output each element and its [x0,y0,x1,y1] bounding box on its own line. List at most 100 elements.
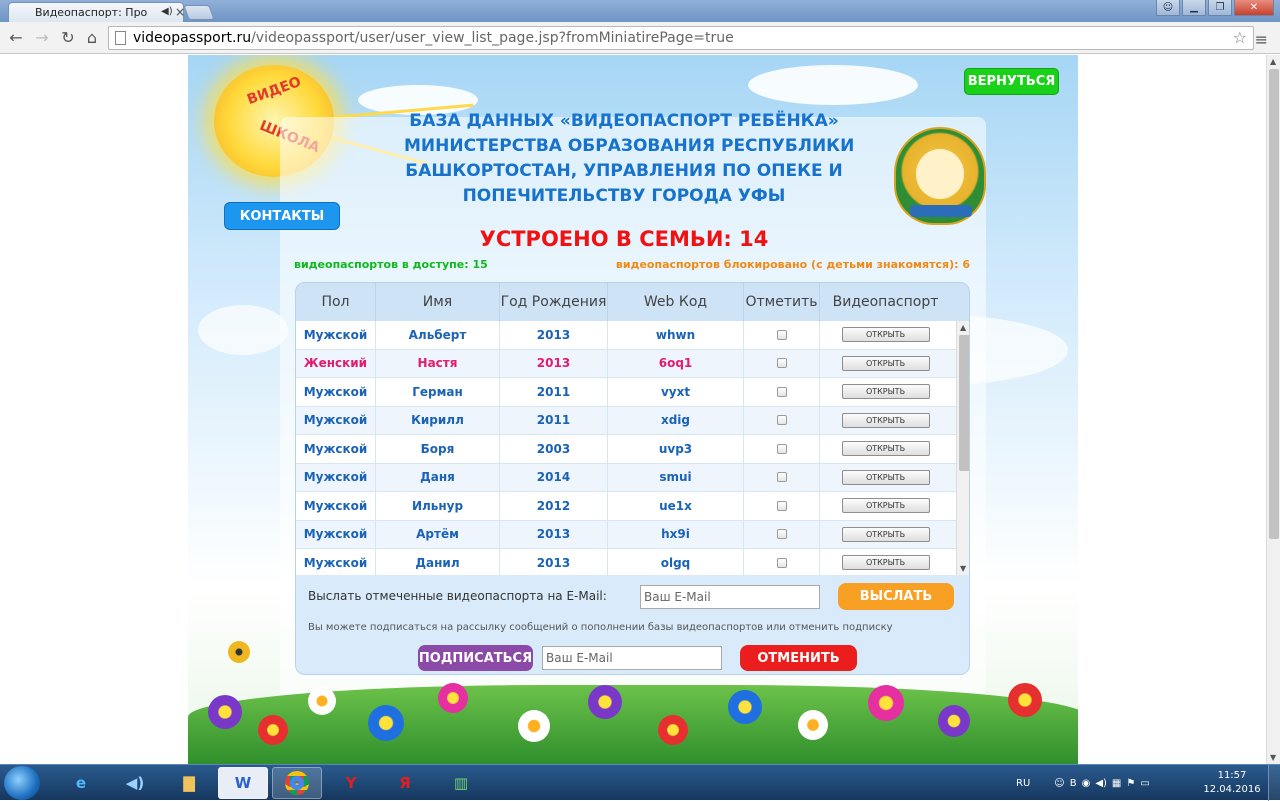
back-arrow-icon[interactable]: ← [6,28,26,48]
send-email-input[interactable]: Ваш E-Mail [640,585,820,609]
mark-checkbox[interactable] [776,415,787,426]
network-icon[interactable]: ▦ [1112,778,1121,789]
table-row: Мужской Альберт 2013 whwn ОТКРЫТЬ [296,321,956,350]
tray-app-icon[interactable]: ◉ [1082,778,1091,789]
close-window-icon[interactable]: ✕ [1234,0,1274,16]
cell-mark [744,520,820,548]
window-controls: ☺ ▁ ❐ ✕ [1156,0,1274,16]
column-header-birth-year: Год Рождения [500,283,608,321]
cell-gender: Мужской [296,463,376,491]
user-icon[interactable]: ☺ [1156,0,1180,16]
tray-emoji-icon[interactable]: ☺ [1054,778,1064,789]
maximize-icon[interactable]: ❐ [1208,0,1232,16]
mark-checkbox[interactable] [776,529,787,540]
show-desktop-button[interactable] [1268,765,1280,801]
flower [868,685,904,721]
reload-icon[interactable]: ↻ [58,28,78,48]
scrollbar-thumb[interactable] [1269,69,1279,539]
mark-checkbox[interactable] [776,358,787,369]
back-button[interactable]: ВЕРНУТЬСЯ [964,68,1059,95]
subscribe-email-input[interactable]: Ваш E-Mail [542,646,722,670]
address-bar[interactable]: videopassport.ru/videopassport/user/user… [108,26,1254,50]
scroll-up-icon[interactable]: ▲ [1270,57,1276,66]
page-scrollbar[interactable]: ▲ ▼ [1266,55,1280,764]
mark-checkbox[interactable] [776,443,787,454]
minimize-icon[interactable]: ▁ [1182,0,1206,16]
internet-explorer-icon[interactable]: e [56,767,106,799]
title-line: БАШКОРТОСТАН, УПРАВЛЕНИЯ ПО ОПЕКЕ И [405,161,843,181]
file-explorer-icon[interactable]: ▇ [164,767,214,799]
scroll-down-icon[interactable]: ▼ [960,564,966,573]
cell-open: ОТКРЫТЬ [820,407,951,435]
scroll-down-icon[interactable]: ▼ [1270,753,1276,762]
cell-web-code: olgq [608,549,744,575]
language-indicator[interactable]: RU [1016,778,1030,789]
chrome-icon[interactable] [272,767,322,799]
send-button[interactable]: ВЫСЛАТЬ [838,583,954,610]
table-row: Мужской Боря 2003 uvp3 ОТКРЫТЬ [296,435,956,464]
unsubscribe-button[interactable]: ОТМЕНИТЬ [740,645,857,671]
word-icon[interactable]: W [218,767,268,799]
flower [518,710,550,742]
mark-checkbox[interactable] [776,500,787,511]
browser-toolbar: ← → ↻ ⌂ videopassport.ru/videopassport/u… [0,22,1280,54]
mark-checkbox[interactable] [776,386,787,397]
scroll-up-icon[interactable]: ▲ [960,323,966,332]
new-tab-button[interactable] [183,5,215,20]
open-button[interactable]: ОТКРЫТЬ [841,355,930,371]
cell-gender: Женский [296,349,376,377]
app-icon[interactable]: ▥ [436,767,486,799]
cell-web-code: smui [608,463,744,491]
cell-year: 2013 [500,520,608,548]
open-button[interactable]: ОТКРЫТЬ [841,384,930,400]
flower [308,687,336,715]
open-button[interactable]: ОТКРЫТЬ [841,555,930,571]
open-button[interactable]: ОТКРЫТЬ [841,412,930,428]
cell-name: Герман [376,378,500,406]
open-button[interactable]: ОТКРЫТЬ [841,469,930,485]
flower [588,685,622,719]
title-line: БАЗА ДАННЫХ «ВИДЕОПАСПОРТ РЕБЁНКА» [409,111,839,131]
audio-icon[interactable]: ◀) [161,6,173,17]
browser-tab[interactable]: Видеопаспорт: Просм ◀) × [8,2,185,22]
column-header-videopassport: Видеопаспорт [832,294,939,310]
open-button[interactable]: ОТКРЫТЬ [841,526,930,542]
cell-open: ОТКРЫТЬ [820,350,951,378]
flower [368,705,404,741]
open-button[interactable]: ОТКРЫТЬ [841,441,930,457]
table-row: Мужской Артём 2013 hx9i ОТКРЫТЬ [296,520,956,549]
clock[interactable]: 11:57 12.04.2016 [1200,769,1264,797]
subscribe-button[interactable]: ПОДПИСАТЬСЯ [418,645,533,671]
available-count: видеопаспортов в доступе: 15 [294,258,488,271]
open-button[interactable]: ОТКРЫТЬ [841,498,930,514]
cell-open: ОТКРЫТЬ [820,378,951,406]
media-player-icon[interactable]: ◀) [110,767,160,799]
display-icon[interactable]: ▭ [1140,778,1149,789]
cell-open: ОТКРЫТЬ [820,435,951,463]
mark-checkbox[interactable] [776,472,787,483]
vk-icon[interactable]: В [1070,778,1077,789]
clock-date: 12.04.2016 [1203,784,1261,795]
menu-icon[interactable]: ≡ [1255,30,1268,49]
bookmark-star-icon[interactable]: ☆ [1233,28,1247,47]
mark-checkbox[interactable] [776,557,787,568]
yandex-browser-icon[interactable]: Y [326,767,376,799]
cell-name: Даня [376,463,500,491]
scrollbar-thumb[interactable] [959,335,969,471]
mark-checkbox[interactable] [776,329,787,340]
cell-mark [744,406,820,434]
flag-icon[interactable]: ⚑ [1126,778,1135,789]
yandex-icon[interactable]: Я [380,767,430,799]
open-button[interactable]: ОТКРЫТЬ [841,327,930,343]
cell-web-code: uvp3 [608,435,744,463]
cell-mark [744,492,820,520]
start-button[interactable] [4,766,40,800]
send-email-label: Выслать отмеченные видеопаспорта на E-Ma… [308,589,607,603]
cell-gender: Мужской [296,435,376,463]
emblem-center [916,149,964,199]
forward-arrow-icon[interactable]: → [32,28,52,48]
speaker-icon[interactable]: ◀) [1095,778,1107,789]
contacts-button[interactable]: КОНТАКТЫ [224,202,340,230]
table-scrollbar[interactable]: ▲ ▼ [956,321,969,575]
home-icon[interactable]: ⌂ [82,28,102,48]
